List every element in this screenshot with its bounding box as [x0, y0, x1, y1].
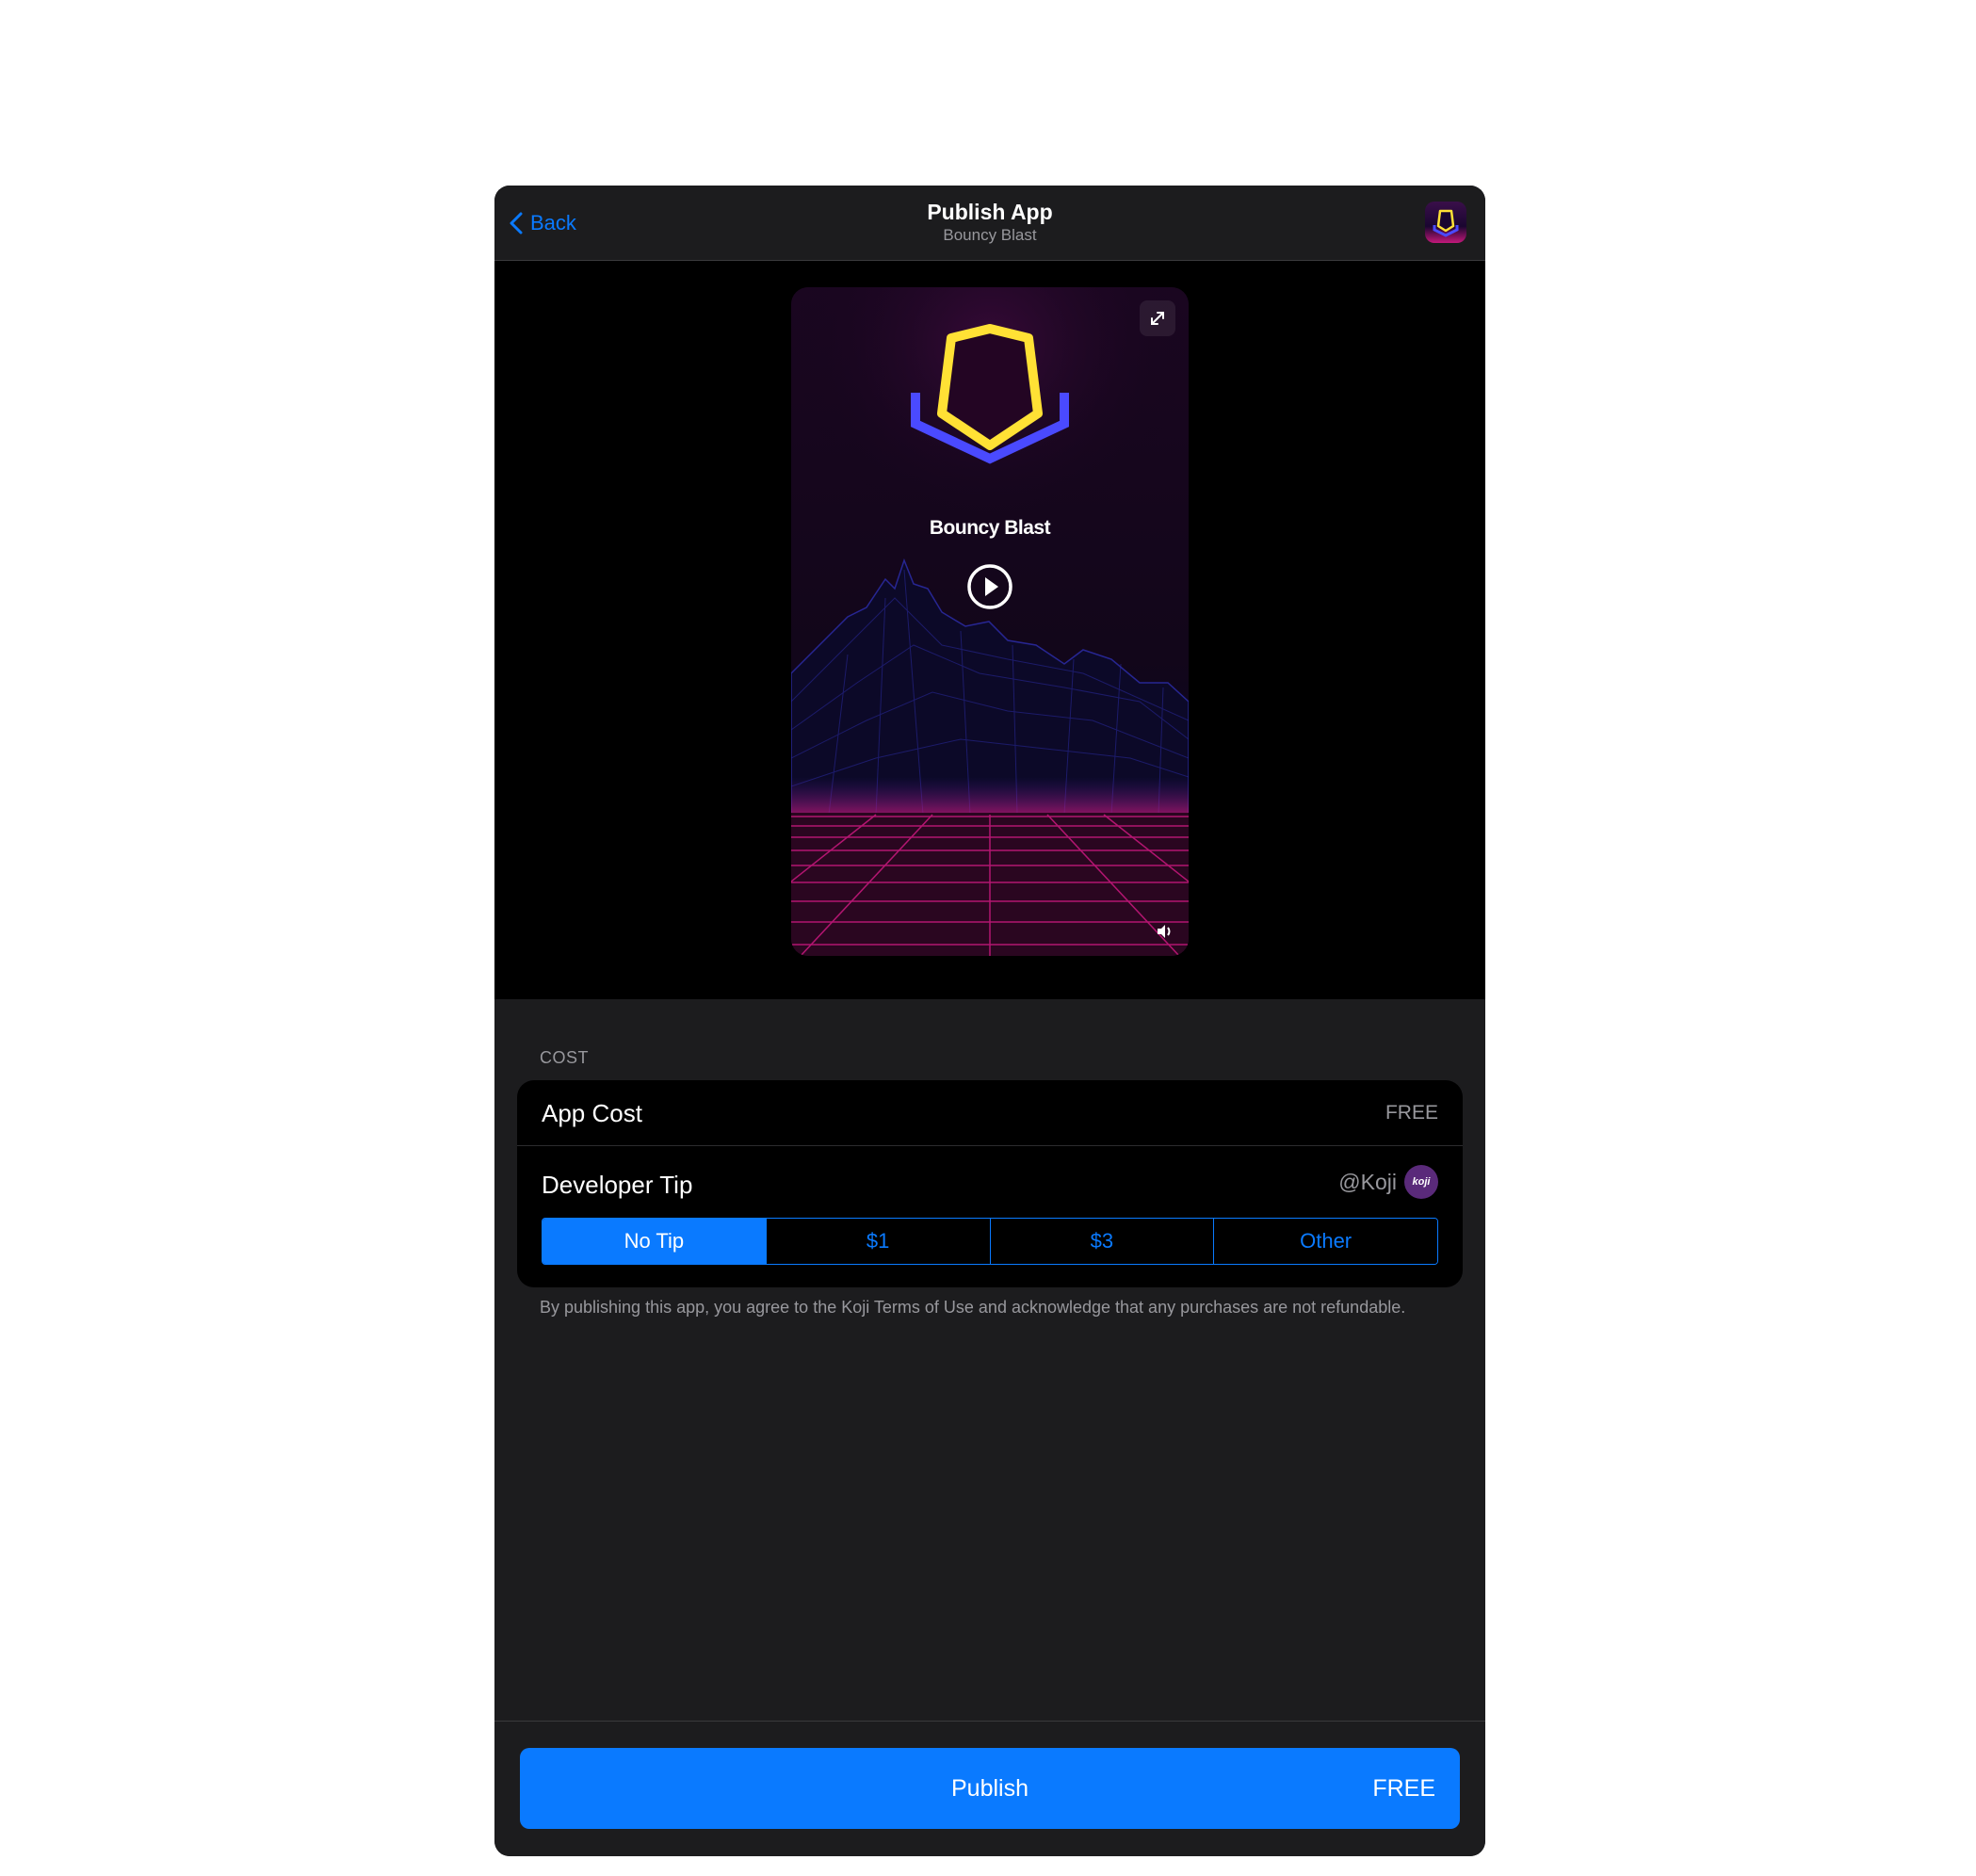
publish-label[interactable]: Publish — [520, 1748, 1460, 1829]
header-titles: Publish App Bouncy Blast — [494, 199, 1485, 246]
header-bar: Back Publish App Bouncy Blast — [494, 186, 1485, 261]
volume-button[interactable] — [1153, 920, 1175, 943]
developer-avatar: koji — [1404, 1165, 1438, 1199]
tip-segmented-control: No Tip $1 $3 Other — [542, 1218, 1438, 1265]
app-preview-area: Bouncy Blast — [494, 261, 1485, 999]
game-preview-card[interactable]: Bouncy Blast — [791, 287, 1189, 956]
developer-handle: @Koji — [1338, 1169, 1397, 1194]
game-background-art — [791, 287, 1189, 956]
developer-tip-label: Developer Tip — [542, 1171, 693, 1199]
developer-info: @Koji koji — [1338, 1165, 1438, 1199]
page-subtitle: Bouncy Blast — [943, 226, 1037, 244]
expand-icon — [1151, 312, 1164, 325]
app-cost-label: App Cost — [542, 1099, 642, 1127]
publish-button[interactable]: Publish FREE — [520, 1748, 1460, 1829]
publish-price[interactable]: FREE — [1372, 1748, 1435, 1829]
speaker-icon — [1158, 925, 1171, 938]
play-button[interactable] — [965, 562, 1014, 611]
footer-bar: Publish FREE — [494, 1721, 1485, 1856]
developer-tip-row: Developer Tip @Koji koji — [517, 1146, 1463, 1218]
terms-disclaimer: By publishing this app, you agree to the… — [540, 1298, 1406, 1317]
game-title: Bouncy Blast — [929, 517, 1051, 539]
app-cost-value: FREE — [1385, 1102, 1438, 1124]
cost-card: App Cost FREE Developer Tip @Koji koji N… — [517, 1080, 1463, 1287]
tip-option-3-dollar[interactable]: $3 — [990, 1219, 1215, 1264]
play-icon — [967, 564, 1012, 609]
expand-button[interactable] — [1140, 300, 1175, 336]
cost-section-label: COST — [540, 1048, 590, 1067]
tip-option-1-dollar[interactable]: $1 — [766, 1219, 991, 1264]
developer-avatar-text: koji — [1412, 1176, 1431, 1188]
app-icon — [1425, 202, 1466, 243]
publish-app-modal: Back Publish App Bouncy Blast Bouncy Bla… — [494, 186, 1485, 1856]
tip-option-other[interactable]: Other — [1214, 1219, 1437, 1264]
app-cost-row: App Cost FREE — [517, 1080, 1463, 1146]
page-title: Publish App — [927, 200, 1053, 224]
tip-option-no-tip[interactable]: No Tip — [543, 1219, 767, 1264]
